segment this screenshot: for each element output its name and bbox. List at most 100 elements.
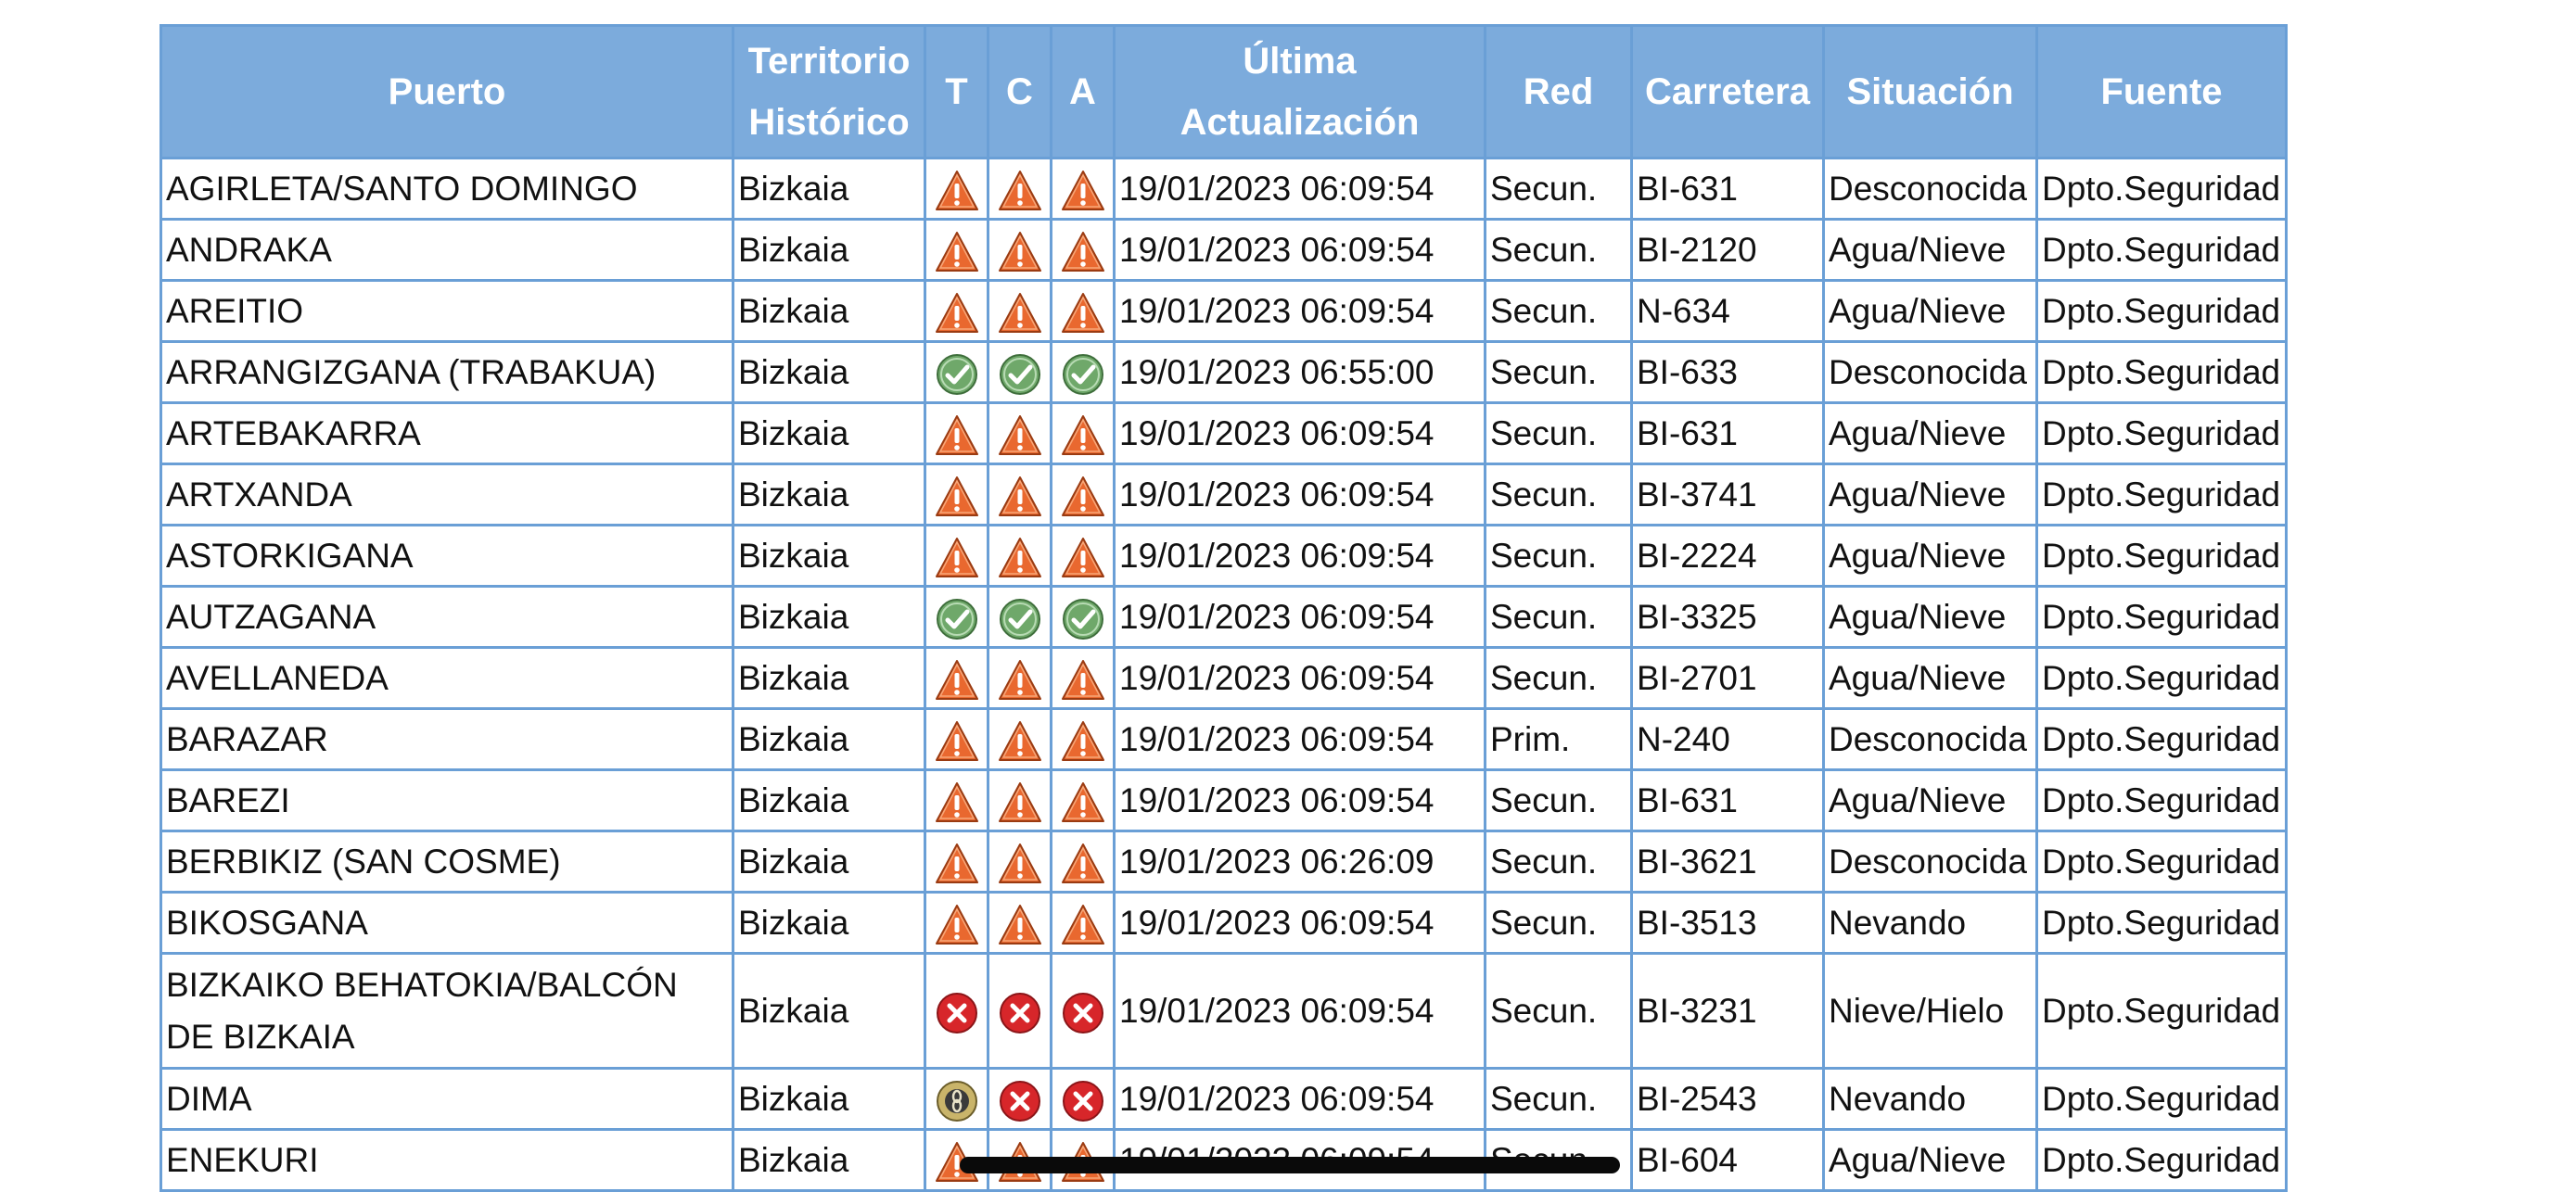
table-row[interactable]: AVELLANEDA Bizkaia 19/01/2023 06:09:54 Secu… <box>159 646 2288 710</box>
table-row[interactable]: AUTZAGANA Bizkaia 19/01/2023 06:09:54 Secun… <box>159 585 2288 649</box>
table-row[interactable]: ARRANGIZGANA (TRABAKUA) Bizkaia 19/01/2023… <box>159 340 2288 404</box>
cell-status-a <box>1050 1067 1116 1131</box>
table-row[interactable]: BERBIKIZ (SAN COSME) Bizkaia 19/01/2023 06… <box>159 830 2288 894</box>
header-c[interactable]: C <box>987 24 1052 159</box>
warning-triangle-icon <box>997 229 1043 275</box>
cell-fuente: Dpto.Seguridad <box>2035 401 2288 465</box>
cell-fuente: Dpto.Seguridad <box>2035 524 2288 588</box>
cell-territorio: Bizkaia <box>732 585 926 649</box>
cell-status-t <box>924 401 989 465</box>
table-row[interactable]: ARTXANDA Bizkaia 19/01/2023 06:09:54 Secun.… <box>159 463 2288 526</box>
cell-status-a <box>1050 768 1116 832</box>
cell-red: Secun. <box>1484 646 1633 710</box>
cell-ultima-actualizacion: 19/01/2023 06:55:00 <box>1113 340 1486 404</box>
cell-territorio: Bizkaia <box>732 157 926 221</box>
cell-status-t <box>924 157 989 221</box>
header-label: Última <box>1243 41 1357 82</box>
cell-status-t <box>924 524 989 588</box>
cell-status-t <box>924 279 989 343</box>
table-row[interactable]: DIMA Bizkaia 19/01/2023 06:09:54 Secun. BI-2… <box>159 1067 2288 1131</box>
table-row[interactable]: BAREZI Bizkaia 19/01/2023 06:09:54 Secun. BI… <box>159 768 2288 832</box>
mountain-passes-table: Puerto Territorio Histórico T C A Última A… <box>159 24 2288 1192</box>
x-circle-icon <box>997 990 1043 1036</box>
warning-triangle-icon <box>1060 168 1106 214</box>
cell-puerto: ARTEBAKARRA <box>159 401 734 465</box>
header-label: Fuente <box>2100 71 2223 112</box>
cell-red: Secun. <box>1484 463 1633 526</box>
cell-status-a <box>1050 585 1116 649</box>
cell-territorio: Bizkaia <box>732 401 926 465</box>
warning-triangle-icon <box>934 657 980 704</box>
cell-red: Secun. <box>1484 952 1633 1070</box>
warning-triangle-icon <box>934 718 980 765</box>
header-t[interactable]: T <box>924 24 989 159</box>
warning-triangle-icon <box>997 412 1043 459</box>
cell-ultima-actualizacion: 19/01/2023 06:09:54 <box>1113 768 1486 832</box>
header-carretera[interactable]: Carretera <box>1630 24 1825 159</box>
warning-triangle-icon <box>997 657 1043 704</box>
x-circle-icon <box>1060 1078 1106 1124</box>
header-situacion[interactable]: Situación <box>1822 24 2038 159</box>
cell-status-t <box>924 707 989 771</box>
cell-ultima-actualizacion: 19/01/2023 06:09:54 <box>1113 707 1486 771</box>
table-row[interactable]: BIZKAIKO BEHATOKIA/BALCÓN DE BIZKAIA Bizk… <box>159 952 2288 1070</box>
header-label: Actualización <box>1180 102 1420 143</box>
cell-carretera: BI-3513 <box>1630 891 1825 955</box>
table-row[interactable]: BIKOSGANA Bizkaia 19/01/2023 06:09:54 Secun… <box>159 891 2288 955</box>
warning-triangle-icon <box>934 535 980 581</box>
warning-triangle-icon <box>997 290 1043 336</box>
cell-territorio: Bizkaia <box>732 524 926 588</box>
header-red[interactable]: Red <box>1484 24 1633 159</box>
table-row[interactable]: ANDRAKA Bizkaia 19/01/2023 06:09:54 Secun. B… <box>159 218 2288 282</box>
warning-triangle-icon <box>934 902 980 948</box>
cell-ultima-actualizacion: 19/01/2023 06:09:54 <box>1113 952 1486 1070</box>
cell-ultima-actualizacion: 19/01/2023 06:26:09 <box>1113 830 1486 894</box>
cell-ultima-actualizacion: 19/01/2023 06:09:54 <box>1113 463 1486 526</box>
cell-status-a <box>1050 646 1116 710</box>
cell-carretera: N-240 <box>1630 707 1825 771</box>
cell-carretera: BI-2701 <box>1630 646 1825 710</box>
home-indicator-bar[interactable] <box>960 1157 1620 1173</box>
cell-puerto: ENEKURI <box>159 1128 734 1192</box>
header-fuente[interactable]: Fuente <box>2035 24 2288 159</box>
table-row[interactable]: AGIRLETA/SANTO DOMINGO Bizkaia 19/01/2023 … <box>159 157 2288 221</box>
cell-status-c <box>987 585 1052 649</box>
cell-status-t <box>924 585 989 649</box>
table-row[interactable]: ARTEBAKARRA Bizkaia 19/01/2023 06:09:54 Sec… <box>159 401 2288 465</box>
header-puerto[interactable]: Puerto <box>159 24 734 159</box>
cell-ultima-actualizacion: 19/01/2023 06:09:54 <box>1113 891 1486 955</box>
cell-red: Secun. <box>1484 1067 1633 1131</box>
cell-status-c <box>987 1067 1052 1131</box>
cell-fuente: Dpto.Seguridad <box>2035 157 2288 221</box>
warning-triangle-icon <box>1060 290 1106 336</box>
header-label: C <box>1006 71 1033 112</box>
cell-status-a <box>1050 707 1116 771</box>
cell-ultima-actualizacion: 19/01/2023 06:09:54 <box>1113 218 1486 282</box>
cell-carretera: BI-631 <box>1630 157 1825 221</box>
cell-red: Secun. <box>1484 340 1633 404</box>
cell-fuente: Dpto.Seguridad <box>2035 952 2288 1070</box>
cell-situacion: Nieve/Hielo <box>1822 952 2038 1070</box>
warning-triangle-icon <box>934 229 980 275</box>
cell-situacion: Agua/Nieve <box>1822 524 2038 588</box>
cell-carretera: BI-631 <box>1630 768 1825 832</box>
warning-triangle-icon <box>997 535 1043 581</box>
cell-puerto: BIZKAIKO BEHATOKIA/BALCÓN DE BIZKAIA <box>159 952 734 1070</box>
cell-fuente: Dpto.Seguridad <box>2035 646 2288 710</box>
cell-status-c <box>987 401 1052 465</box>
header-territorio[interactable]: Territorio Histórico <box>732 24 926 159</box>
cell-puerto: DIMA <box>159 1067 734 1131</box>
header-a[interactable]: A <box>1050 24 1116 159</box>
cell-puerto: ARTXANDA <box>159 463 734 526</box>
x-circle-icon <box>934 990 980 1036</box>
table-row[interactable]: ASTORKIGANA Bizkaia 19/01/2023 06:09:54 Sec… <box>159 524 2288 588</box>
cell-red: Secun. <box>1484 401 1633 465</box>
check-circle-icon <box>934 596 980 642</box>
cell-situacion: Agua/Nieve <box>1822 401 2038 465</box>
table-row[interactable]: AREITIO Bizkaia 19/01/2023 06:09:54 Secun. N… <box>159 279 2288 343</box>
table-row[interactable]: BARAZAR Bizkaia 19/01/2023 06:09:54 Prim. N-… <box>159 707 2288 771</box>
cell-fuente: Dpto.Seguridad <box>2035 585 2288 649</box>
cell-situacion: Agua/Nieve <box>1822 463 2038 526</box>
warning-triangle-icon <box>1060 718 1106 765</box>
header-ultima-actualizacion[interactable]: Última Actualización <box>1113 24 1486 159</box>
